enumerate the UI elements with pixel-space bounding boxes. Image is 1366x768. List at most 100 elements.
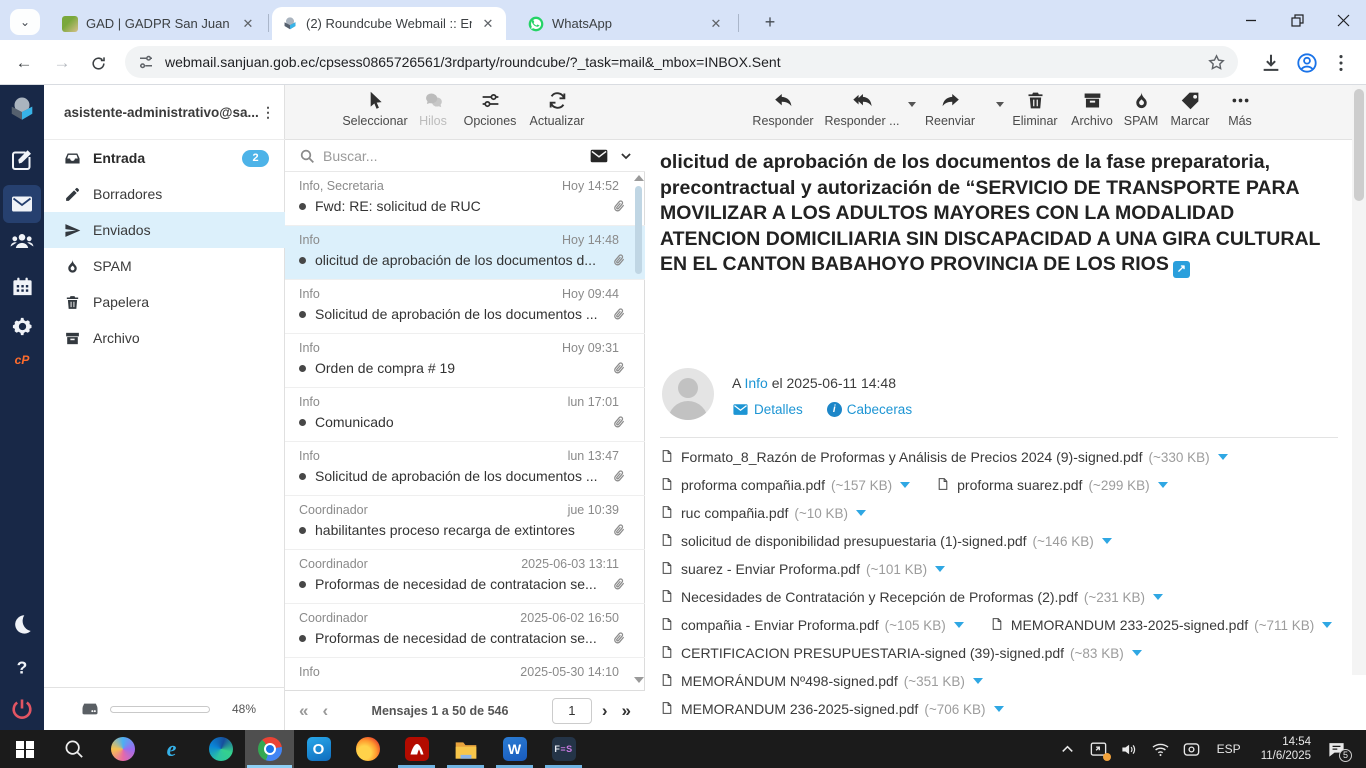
- sidebar-item-borradores[interactable]: Borradores: [44, 176, 285, 212]
- tab-close-icon[interactable]: ✕: [708, 16, 724, 32]
- browser-tab-gad[interactable]: GAD | GADPR San Juan | ✕: [52, 7, 266, 40]
- taskbar-ie-icon[interactable]: e: [147, 730, 196, 768]
- mail-list-item[interactable]: Info lun 17:01 Comunicado: [285, 388, 645, 442]
- list-scroll-thumb[interactable]: [634, 186, 642, 274]
- last-page-button[interactable]: »: [622, 701, 631, 721]
- attachment-item[interactable]: MEMORÁNDUM Nº498-signed.pdf (~351 KB): [660, 673, 983, 690]
- help-icon[interactable]: ?: [0, 657, 44, 679]
- msg-toolbar-reply-button[interactable]: Responder: [741, 90, 825, 128]
- first-page-button[interactable]: «: [299, 701, 308, 721]
- attachment-menu-caret-icon[interactable]: [1153, 594, 1164, 600]
- tray-screen-share-icon[interactable]: [1182, 740, 1201, 759]
- browser-menu-icon[interactable]: [1330, 52, 1352, 74]
- mail-list-item[interactable]: Coordinador 2025-06-03 13:11 Proformas de …: [285, 550, 645, 604]
- message-scrollbar[interactable]: [1352, 85, 1366, 675]
- browser-tab-whatsapp[interactable]: WhatsApp ✕: [518, 7, 734, 40]
- headers-link[interactable]: Cabeceras: [847, 402, 912, 417]
- search-options-chevron-icon[interactable]: [619, 149, 633, 163]
- search-scope-mail-icon[interactable]: [589, 146, 609, 166]
- taskbar-word-icon[interactable]: W: [490, 730, 539, 768]
- tray-volume-icon[interactable]: [1120, 740, 1139, 759]
- taskbar-explorer-icon[interactable]: [441, 730, 490, 768]
- mail-list-item[interactable]: Coordinador jue 10:39 habilitantes proceso…: [285, 496, 645, 550]
- browser-tab-roundcube[interactable]: (2) Roundcube Webmail :: Envia ✕: [272, 7, 506, 40]
- sidebar-item-archivo[interactable]: Archivo: [44, 320, 285, 356]
- msg-toolbar-replyall-button[interactable]: Responder ...: [820, 90, 916, 128]
- tab-close-icon[interactable]: ✕: [480, 16, 496, 32]
- tray-wifi-icon[interactable]: [1151, 740, 1170, 759]
- url-text[interactable]: webmail.sanjuan.gob.ec/cpsess0865726561/…: [165, 54, 1207, 70]
- list-toolbar-actualizar-button[interactable]: Actualizar: [523, 90, 591, 128]
- taskbar-firefox-icon[interactable]: [343, 730, 392, 768]
- taskbar-start-icon[interactable]: [0, 730, 49, 768]
- attachment-item[interactable]: solicitud de disponibilidad presupuestar…: [660, 533, 1112, 550]
- logout-power-icon[interactable]: [0, 697, 44, 721]
- msg-toolbar-forward-button[interactable]: Reenviar: [908, 90, 1004, 128]
- page-number-input[interactable]: [551, 697, 592, 724]
- attachment-name[interactable]: Necesidades de Contratación y Recepción …: [681, 589, 1078, 605]
- scroll-down-icon[interactable]: [634, 677, 644, 683]
- next-page-button[interactable]: ›: [602, 701, 608, 721]
- mail-list-item[interactable]: Info, Secretaria Hoy 14:52 Fwd: RE: solici…: [285, 172, 645, 226]
- open-in-new-window-icon[interactable]: ↗: [1172, 261, 1190, 278]
- attachment-item[interactable]: suarez - Enviar Proforma.pdf (~101 KB): [660, 561, 946, 578]
- search-input[interactable]: [323, 147, 589, 164]
- scroll-up-icon[interactable]: [634, 175, 644, 181]
- attachment-name[interactable]: CERTIFICACION PRESUPUESTARIA-signed (39)…: [681, 645, 1064, 661]
- tray-language[interactable]: ESP: [1217, 742, 1241, 756]
- sidebar-item-spam[interactable]: SPAM: [44, 248, 285, 284]
- taskbar-edge-icon[interactable]: [196, 730, 245, 768]
- attachment-menu-caret-icon[interactable]: [993, 706, 1004, 712]
- address-bar[interactable]: webmail.sanjuan.gob.ec/cpsess0865726561/…: [125, 46, 1238, 78]
- list-scrollbar[interactable]: [634, 175, 644, 274]
- attachment-menu-caret-icon[interactable]: [900, 482, 911, 488]
- attachment-name[interactable]: MEMORÁNDUM Nº498-signed.pdf: [681, 673, 898, 689]
- mail-list-item[interactable]: Info lun 13:47 Solicitud de aprobación de …: [285, 442, 645, 496]
- attachment-name[interactable]: suarez - Enviar Proforma.pdf: [681, 561, 860, 577]
- attachment-menu-caret-icon[interactable]: [1157, 482, 1168, 488]
- mail-list-item[interactable]: Coordinador 2025-06-02 16:50 Proformas de …: [285, 604, 645, 658]
- account-menu-icon[interactable]: ⋮: [261, 105, 275, 119]
- profile-avatar-icon[interactable]: [1296, 52, 1318, 74]
- account-row[interactable]: asistente-administrativo@sa... ⋮: [44, 85, 285, 140]
- list-toolbar-opciones-button[interactable]: Opciones: [456, 90, 524, 128]
- attachment-name[interactable]: MEMORANDUM 233-2025-signed.pdf: [1011, 617, 1248, 633]
- attachment-item[interactable]: proforma compañia.pdf (~157 KB): [660, 477, 911, 494]
- taskbar-outlook-icon[interactable]: O: [294, 730, 343, 768]
- attachment-item[interactable]: CERTIFICACION PRESUPUESTARIA-signed (39)…: [660, 645, 1142, 662]
- taskbar-chrome-icon[interactable]: [245, 730, 294, 768]
- msg-toolbar-more-button[interactable]: Más: [1198, 90, 1282, 128]
- attachment-name[interactable]: compañia - Enviar Proforma.pdf: [681, 617, 879, 633]
- reload-button[interactable]: [86, 51, 110, 75]
- taskbar-copilot-icon[interactable]: [98, 730, 147, 768]
- close-window-button[interactable]: [1320, 0, 1366, 40]
- restore-button[interactable]: [1274, 0, 1320, 40]
- attachment-menu-caret-icon[interactable]: [1217, 454, 1228, 460]
- dark-mode-moon-icon[interactable]: [0, 613, 44, 635]
- attachment-menu-caret-icon[interactable]: [935, 566, 946, 572]
- recipient-link[interactable]: Info: [744, 375, 767, 391]
- message-scroll-thumb[interactable]: [1354, 89, 1364, 201]
- bookmark-star-icon[interactable]: [1207, 53, 1226, 72]
- tray-clock[interactable]: 14:54 11/6/2025: [1261, 735, 1311, 763]
- downloads-icon[interactable]: [1260, 52, 1282, 74]
- site-settings-icon[interactable]: [137, 53, 155, 71]
- attachment-menu-caret-icon[interactable]: [1322, 622, 1333, 628]
- list-scrollbar-bottom[interactable]: [634, 677, 644, 683]
- taskbar-search-icon[interactable]: [49, 730, 98, 768]
- mail-list-item[interactable]: Info Hoy 09:44 Solicitud de aprobación de …: [285, 280, 645, 334]
- forward-button[interactable]: →: [50, 51, 74, 75]
- back-button[interactable]: ←: [12, 51, 36, 75]
- mail-module-icon[interactable]: [0, 192, 44, 216]
- attachment-name[interactable]: Formato_8_Razón de Proformas y Análisis …: [681, 449, 1142, 465]
- tab-close-icon[interactable]: ✕: [240, 16, 256, 32]
- attachment-item[interactable]: MEMORANDUM 233-2025-signed.pdf (~711 KB): [990, 617, 1333, 634]
- mail-list-item[interactable]: Info Hoy 09:31 Orden de compra # 19: [285, 334, 645, 388]
- mail-list-item[interactable]: Info Hoy 14:48 olicitud de aprobación de l…: [285, 226, 645, 280]
- attachment-item[interactable]: ruc compañia.pdf (~10 KB): [660, 505, 867, 522]
- tab-search-button[interactable]: ⌄: [10, 9, 40, 35]
- taskbar-fes-icon[interactable]: F ≡S: [539, 730, 588, 768]
- attachment-menu-caret-icon[interactable]: [856, 510, 867, 516]
- sidebar-item-entrada[interactable]: Entrada 2: [44, 140, 285, 176]
- new-tab-button[interactable]: +: [757, 10, 783, 36]
